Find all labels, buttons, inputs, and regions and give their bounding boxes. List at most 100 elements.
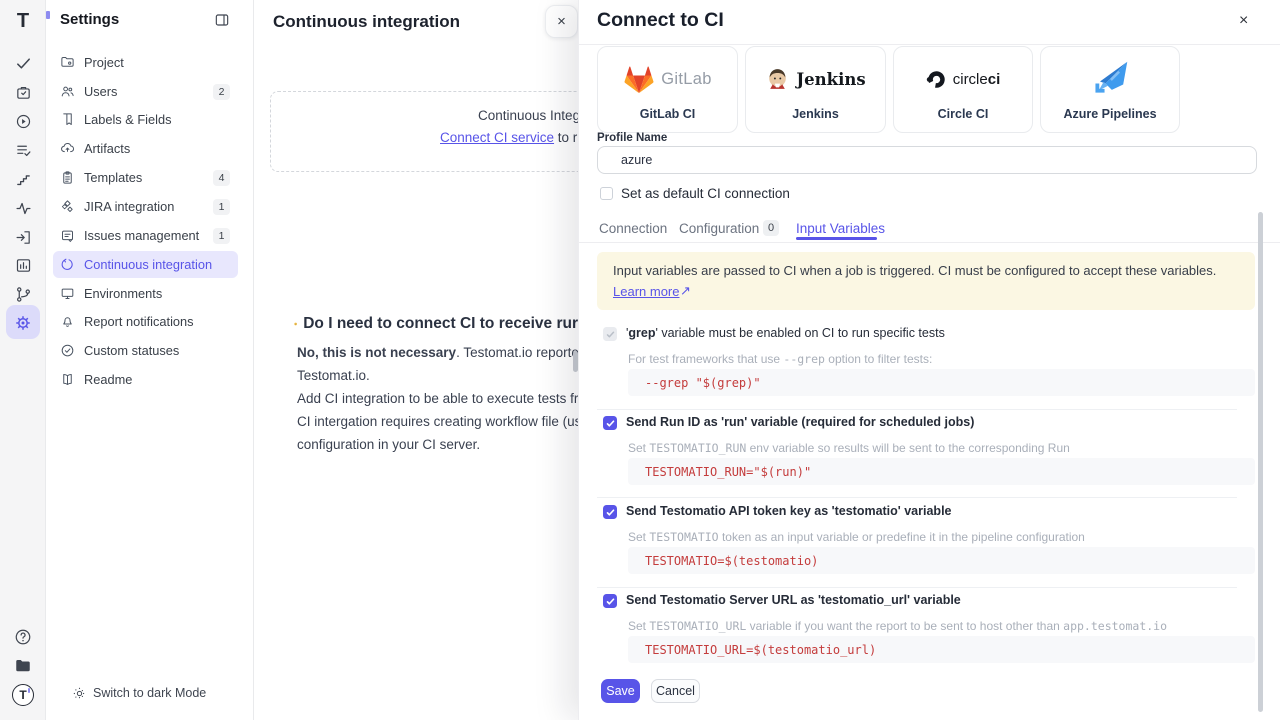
sidebar-item-label: Templates [84, 170, 142, 185]
tab-connection[interactable]: Connection [599, 221, 667, 236]
section-label: Send Testomatio API token key as 'testom… [626, 504, 952, 518]
code-snippet: TESTOMATIO_URL=$(testomatio_url) [645, 643, 876, 657]
dark-mode-toggle[interactable]: Switch to dark Mode [73, 686, 206, 700]
jenkins-wordmark: Jenkins [796, 70, 865, 89]
tabs-divider [579, 242, 1280, 243]
panel-close-icon[interactable]: × [1239, 12, 1248, 30]
sidebar-item-continuous-integration[interactable]: Continuous integration [53, 251, 238, 278]
sidebar-item-project[interactable]: Project [53, 49, 238, 76]
sidebar-item-issues-management[interactable]: Issues management 1 [53, 222, 238, 249]
faq-paragraph: configuration in your CI server. [297, 436, 578, 454]
code-block: TESTOMATIO_URL=$(testomatio_url) [628, 636, 1255, 663]
provider-card-gitlab[interactable]: GitLab GitLab CI [597, 46, 738, 133]
provider-label: Azure Pipelines [1041, 107, 1179, 121]
faq-title: Do I need to connect CI to receive rur [294, 315, 578, 333]
section-description: For test frameworks that use --grep opti… [628, 352, 932, 366]
provider-label: Circle CI [894, 107, 1032, 121]
code-block: TESTOMATIO=$(testomatio) [628, 547, 1255, 574]
provider-card-circleci[interactable]: circleci Circle CI [893, 46, 1033, 133]
avatar-letter: T [19, 688, 26, 702]
collapse-sidebar-icon[interactable] [214, 12, 230, 33]
sidebar-item-label: Continuous integration [84, 257, 212, 272]
sidebar-item-environments[interactable]: Environments [53, 280, 238, 307]
section-divider [597, 497, 1237, 498]
help-icon[interactable] [0, 624, 46, 650]
sidebar-item-label: Readme [84, 372, 132, 387]
cancel-button[interactable]: Cancel [651, 679, 700, 703]
faq-paragraph: Add CI integration to be able to execute… [297, 390, 578, 408]
section-label: 'grep' variable must be enabled on CI to… [626, 326, 945, 340]
settings-gear-icon[interactable] [0, 310, 46, 336]
sidebar-item-custom-statuses[interactable]: Custom statuses [53, 337, 238, 364]
content-close-button[interactable]: × [545, 5, 578, 38]
gitlab-logo-icon [623, 64, 655, 94]
sidebar-item-templates[interactable]: Templates 4 [53, 164, 238, 191]
code-snippet: TESTOMATIO_RUN="$(run)" [645, 465, 811, 479]
tasks-icon[interactable] [0, 79, 46, 105]
sidebar-badge: 1 [213, 199, 230, 215]
panel-title: Connect to CI [597, 9, 724, 32]
app-logo[interactable]: T [0, 8, 46, 34]
sidebar-item-label: Report notifications [84, 314, 194, 329]
activity-icon[interactable] [0, 195, 46, 221]
sidebar-title: Settings [60, 11, 119, 28]
chart-icon[interactable] [0, 252, 46, 278]
default-ci-checkbox[interactable] [600, 187, 613, 200]
dark-mode-label: Switch to dark Mode [93, 686, 206, 700]
panel-scrollbar-thumb[interactable] [1258, 212, 1263, 712]
avatar-accent [28, 688, 31, 693]
sidebar-badge: 2 [213, 84, 230, 100]
server-url-checkbox[interactable] [603, 594, 617, 608]
steps-icon[interactable] [0, 166, 46, 192]
sidebar-item-users[interactable]: Users 2 [53, 78, 238, 105]
list-check-icon[interactable] [0, 137, 46, 163]
profile-avatar[interactable]: T [0, 682, 46, 708]
logo-letter: T [17, 10, 29, 33]
code-block: TESTOMATIO_RUN="$(run)" [628, 458, 1255, 485]
gitlab-wordmark: GitLab [661, 70, 711, 89]
sidebar-item-label: Artifacts [84, 141, 130, 156]
sidebar-item-label: Environments [84, 286, 162, 301]
section-divider [597, 409, 1237, 410]
sidebar-item-report-notifications[interactable]: Report notifications [53, 308, 238, 335]
run-id-checkbox[interactable] [603, 416, 617, 430]
section-label: Send Testomatio Server URL as 'testomati… [626, 593, 961, 607]
tab-input-variables[interactable]: Input Variables [796, 221, 885, 236]
faq-paragraph: CI intergation requires creating workflo… [297, 413, 578, 431]
import-icon[interactable] [0, 224, 46, 250]
sidebar-item-jira-integration[interactable]: JIRA integration 1 [53, 193, 238, 220]
page-title: Continuous integration [273, 12, 460, 32]
provider-card-jenkins[interactable]: Jenkins Jenkins [745, 46, 886, 133]
projects-folder-icon[interactable] [0, 653, 46, 679]
sidebar-item-label: Project [84, 55, 124, 70]
sidebar-item-artifacts[interactable]: Artifacts [53, 135, 238, 162]
profile-name-input[interactable] [597, 146, 1257, 174]
git-branch-icon[interactable] [0, 281, 46, 307]
active-tab-underline [796, 237, 877, 240]
circleci-wordmark: circleci [953, 71, 1001, 88]
sidebar-item-label: Issues management [84, 228, 199, 243]
connect-ci-service-link[interactable]: Connect CI service [440, 130, 554, 145]
logo-accent [46, 11, 50, 19]
thinking-face-icon [294, 316, 297, 332]
default-ci-label: Set as default CI connection [621, 186, 790, 201]
icon-rail: T [0, 0, 46, 720]
external-link-icon: ↗ [680, 283, 691, 299]
profile-name-label: Profile Name [597, 132, 667, 144]
provider-card-azure-pipelines[interactable]: Azure Pipelines [1040, 46, 1180, 133]
learn-more-link[interactable]: Learn more [613, 284, 679, 299]
check-icon[interactable] [0, 50, 46, 76]
play-circle-icon[interactable] [0, 108, 46, 134]
save-button[interactable]: Save [601, 679, 640, 703]
azure-pipelines-logo-icon [1088, 59, 1132, 99]
grep-checkbox [603, 327, 617, 341]
code-snippet: TESTOMATIO=$(testomatio) [645, 554, 818, 568]
sidebar-item-readme[interactable]: Readme [53, 366, 238, 393]
faq-paragraph: Testomat.io. [297, 367, 578, 385]
content-scrollbar-thumb[interactable] [573, 351, 578, 372]
sidebar-item-labels-fields[interactable]: Labels & Fields [53, 106, 238, 133]
info-notice: Input variables are passed to CI when a … [597, 252, 1255, 310]
api-token-checkbox[interactable] [603, 505, 617, 519]
configuration-count-badge: 0 [763, 220, 779, 236]
tab-configuration[interactable]: Configuration [679, 221, 759, 236]
